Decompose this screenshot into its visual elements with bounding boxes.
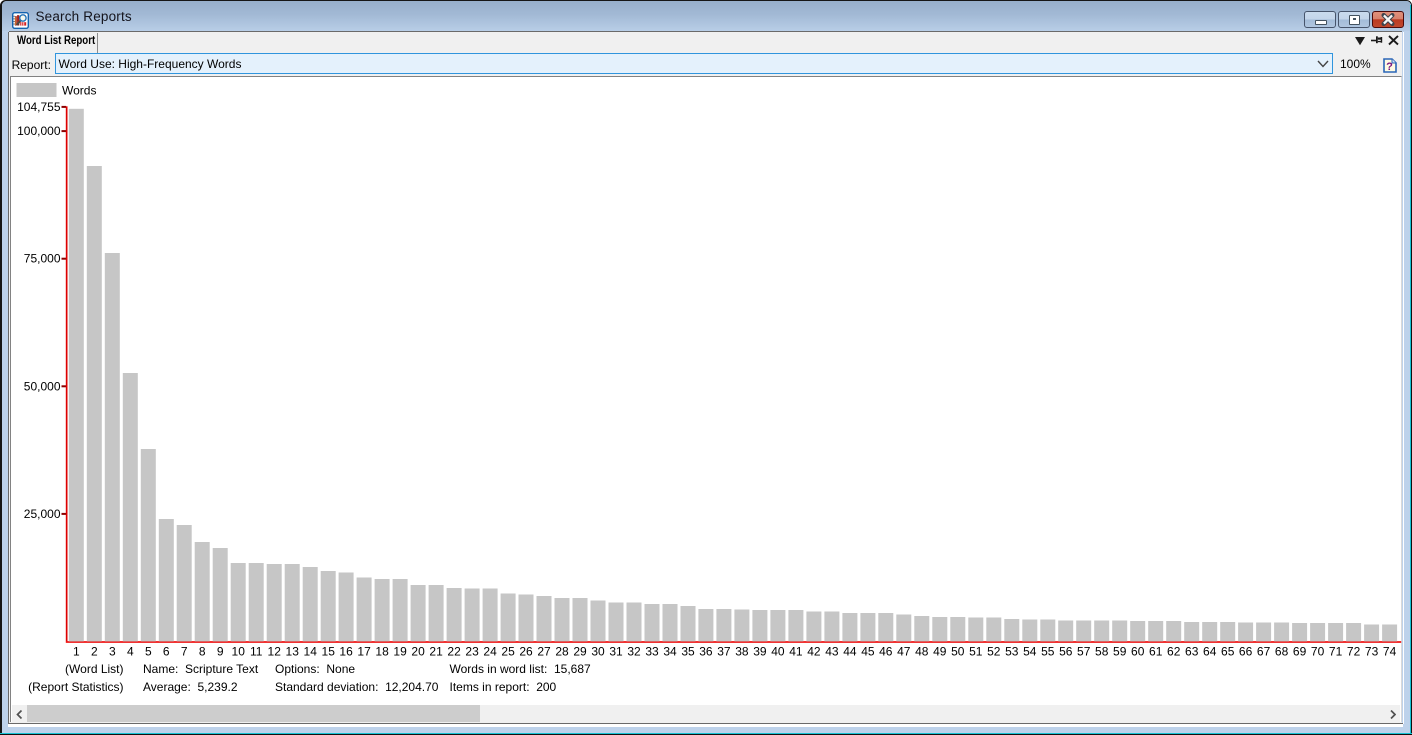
svg-text:67: 67: [1257, 644, 1271, 658]
svg-text:65: 65: [1221, 644, 1235, 658]
svg-text:25,000: 25,000: [24, 507, 61, 521]
svg-text:22: 22: [447, 644, 461, 658]
svg-text:Items in report: 200: Items in report: 200: [450, 680, 557, 694]
svg-text:2: 2: [91, 644, 98, 658]
svg-text:25: 25: [501, 644, 515, 658]
svg-text:46: 46: [879, 644, 893, 658]
svg-text:58: 58: [1095, 644, 1109, 658]
svg-text:14: 14: [304, 644, 318, 658]
svg-text:3: 3: [109, 644, 116, 658]
svg-text:49: 49: [933, 644, 947, 658]
svg-text:34: 34: [663, 644, 677, 658]
svg-text:37: 37: [717, 644, 731, 658]
svg-text:50: 50: [951, 644, 965, 658]
svg-text:43: 43: [825, 644, 839, 658]
svg-text:35: 35: [681, 644, 695, 658]
svg-text:(Word List): (Word List): [65, 662, 123, 676]
svg-text:11: 11: [250, 644, 263, 658]
svg-text:69: 69: [1293, 644, 1307, 658]
svg-text:66: 66: [1239, 644, 1253, 658]
svg-text:29: 29: [573, 644, 587, 658]
svg-text:52: 52: [987, 644, 1001, 658]
svg-text:17: 17: [357, 644, 371, 658]
svg-text:39: 39: [753, 644, 767, 658]
svg-text:23: 23: [465, 644, 479, 658]
svg-text:15: 15: [322, 644, 336, 658]
svg-text:Words in word list: 15,687: Words in word list: 15,687: [450, 662, 592, 676]
svg-text:40: 40: [771, 644, 785, 658]
svg-text:Name: Scripture Text: Name: Scripture Text: [143, 662, 259, 676]
svg-text:20: 20: [411, 644, 425, 658]
svg-text:74: 74: [1383, 644, 1397, 658]
svg-text:63: 63: [1185, 644, 1199, 658]
svg-text:44: 44: [843, 644, 857, 658]
svg-text:57: 57: [1077, 644, 1091, 658]
svg-text:38: 38: [735, 644, 749, 658]
svg-text:Words: Words: [62, 83, 96, 97]
svg-text:62: 62: [1167, 644, 1181, 658]
svg-text:64: 64: [1203, 644, 1217, 658]
svg-text:8: 8: [199, 644, 206, 658]
svg-text:19: 19: [393, 644, 407, 658]
svg-text:51: 51: [969, 644, 983, 658]
svg-text:(Report Statistics): (Report Statistics): [28, 680, 123, 694]
svg-text:Average: 5,239.2: Average: 5,239.2: [143, 680, 238, 694]
svg-text:59: 59: [1113, 644, 1127, 658]
svg-text:61: 61: [1149, 644, 1163, 658]
svg-text:1: 1: [73, 644, 80, 658]
svg-text:27: 27: [537, 644, 551, 658]
svg-text:10: 10: [232, 644, 246, 658]
svg-text:42: 42: [807, 644, 821, 658]
svg-text:73: 73: [1365, 644, 1379, 658]
svg-text:60: 60: [1131, 644, 1145, 658]
svg-text:50,000: 50,000: [24, 379, 61, 393]
svg-text:7: 7: [181, 644, 188, 658]
svg-text:36: 36: [699, 644, 713, 658]
svg-text:33: 33: [645, 644, 659, 658]
svg-text:13: 13: [286, 644, 300, 658]
svg-text:55: 55: [1041, 644, 1055, 658]
svg-text:18: 18: [375, 644, 389, 658]
svg-text:Standard deviation: 12,204.70: Standard deviation: 12,204.70: [275, 680, 439, 694]
svg-text:54: 54: [1023, 644, 1037, 658]
svg-text:104,755: 104,755: [17, 100, 61, 114]
svg-text:24: 24: [483, 644, 497, 658]
svg-text:12: 12: [268, 644, 282, 658]
svg-text:32: 32: [627, 644, 641, 658]
svg-text:31: 31: [609, 644, 623, 658]
svg-text:71: 71: [1329, 644, 1343, 658]
svg-text:5: 5: [145, 644, 152, 658]
svg-text:70: 70: [1311, 644, 1325, 658]
svg-text:45: 45: [861, 644, 875, 658]
svg-text:100,000: 100,000: [17, 124, 61, 138]
svg-text:53: 53: [1005, 644, 1019, 658]
svg-text:47: 47: [897, 644, 911, 658]
svg-text:28: 28: [555, 644, 569, 658]
svg-text:68: 68: [1275, 644, 1289, 658]
svg-text:48: 48: [915, 644, 929, 658]
svg-text:Options: None: Options: None: [275, 662, 355, 676]
svg-text:56: 56: [1059, 644, 1073, 658]
svg-text:72: 72: [1347, 644, 1361, 658]
svg-text:30: 30: [591, 644, 605, 658]
svg-text:21: 21: [429, 644, 443, 658]
svg-text:4: 4: [127, 644, 134, 658]
svg-text:41: 41: [789, 644, 803, 658]
svg-text:6: 6: [163, 644, 170, 658]
svg-text:?: ?: [1386, 61, 1393, 73]
svg-text:9: 9: [217, 644, 224, 658]
svg-text:16: 16: [339, 644, 353, 658]
svg-text:26: 26: [519, 644, 533, 658]
svg-text:75,000: 75,000: [24, 251, 61, 265]
